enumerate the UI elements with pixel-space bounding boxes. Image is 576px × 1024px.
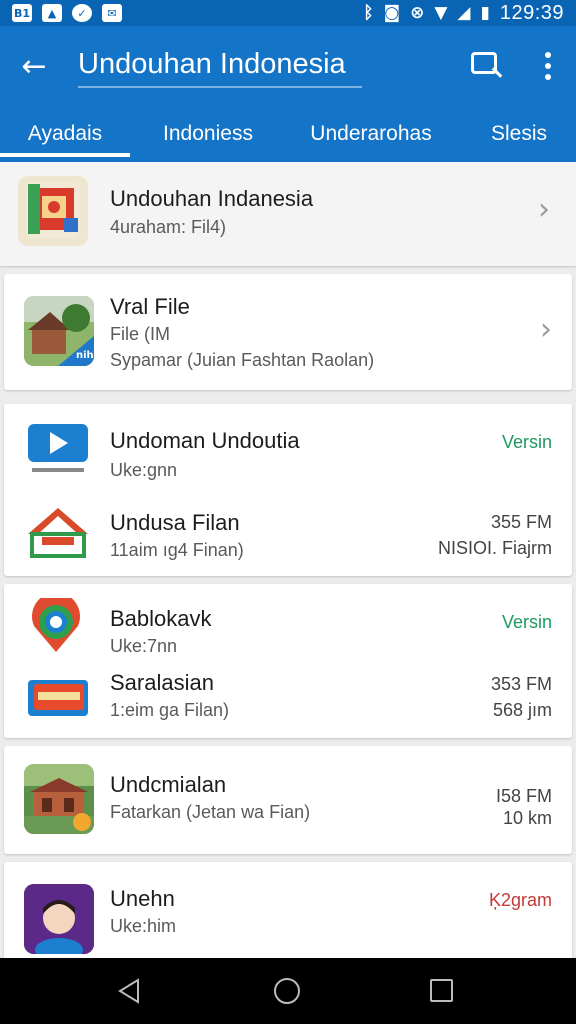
chevron-right-icon: › [540,312,552,347]
item-subtitle: Uke:7nn [110,636,178,656]
item-title: Undoman Undoutia [110,428,300,453]
list-item[interactable]: Bablokavk Uke:7nn Versin [4,584,572,660]
battery-icon: ▮ [480,3,490,23]
app-icon: ✉ [102,4,122,22]
item-subtitle: 4uraham: Fil4) [110,217,227,237]
back-icon[interactable] [116,977,144,1005]
version-label: Versin [501,612,552,632]
price-label: Ķ2gram [488,890,552,910]
system-icons: ᛒ ◙ ⊗ ▼ ◢ ▮ 129:39 [363,2,564,25]
detail-label: 10 km [502,808,552,828]
list-item[interactable]: Undusa Filan 11aim ıg4 Finan) 355 FM NIS… [4,490,572,576]
recents-icon[interactable] [430,979,453,1002]
clock: 129:39 [499,1,564,24]
back-arrow-icon[interactable]: ← [12,46,56,86]
list-item[interactable]: Undouhan Indanesia 4uraham: Fil4) › [0,162,576,266]
more-options-icon[interactable] [532,48,564,84]
item-title: Bablokavk [110,606,212,631]
size-label: I58 FM [495,786,552,806]
list-item[interactable]: Undoman Undoutia Uke:gnn Versin [4,404,572,490]
camera-icon: ◙ [383,3,401,23]
list-item[interactable]: Unehn Uke:him Ķ2gram [4,862,572,972]
item-subtitle: Uke:him [110,916,177,936]
nfc-icon: ⊗ [410,3,425,23]
status-bar: B1 ▲ ✓ ✉ ᛒ ◙ ⊗ ▼ ◢ ▮ 129:39 [0,0,576,26]
wifi-icon: ▼ [434,3,448,23]
item-subtitle: 11aim ıg4 Finan) [110,540,244,560]
item-title: Vral File [110,294,190,319]
bluetooth-icon: ᛒ [363,3,374,23]
list-item[interactable]: nih Vral File File (IM Sypamar (Juian Fa… [4,274,572,390]
version-label: Versin [501,432,552,452]
chevron-right-icon: › [538,192,550,227]
item-subtitle: Fatarkan (Jetan wa Fian) [110,802,311,822]
home-icon[interactable] [274,978,300,1004]
b1-notification-icon: B1 [12,4,32,22]
svg-text:nih: nih [76,350,94,361]
village-photo-icon: nih [24,296,94,366]
building-photo-icon [24,764,94,834]
selected-tab-indicator [0,153,130,157]
size-label: 355 FM [490,512,552,532]
item-title: Saralasian [110,670,214,695]
list-item[interactable]: Saralasian 1:eim ga Filan) 353 FM 568 jı… [4,660,572,738]
detail-label: NISIOI. Fiajrm [437,538,552,558]
item-description: Sypamar (Juian Fashtan Raolan) [110,350,375,370]
item-title: Undcmialan [110,772,227,797]
signal-icon: ◢ [457,3,471,23]
item-subtitle: 1:eim ga Filan) [110,700,230,720]
map-pin-icon [26,598,86,654]
system-navigation-bar [0,958,576,1024]
item-title: Undusa Filan [110,510,240,535]
search-icon[interactable] [466,48,506,84]
list-item[interactable]: Undcmialan Fatarkan (Jetan wa Fian) I58 … [4,746,572,854]
ticket-icon [26,676,90,720]
tab-slesis[interactable]: Slesis [470,106,568,162]
item-title: Unehn [110,886,175,911]
title-search-field[interactable]: Undouhan Indonesia [78,44,362,88]
notification-icons: B1 ▲ ✓ ✉ [12,4,122,22]
app-bar: ← Undouhan Indonesia [0,26,576,106]
detail-label: 568 jım [492,700,552,720]
tab-underarohas[interactable]: Underarohas [290,106,452,162]
list-group: Bablokavk Uke:7nn Versin Saralasian 1:ei… [4,584,572,738]
flag-app-icon [18,176,88,246]
messenger-icon: ✓ [72,4,92,22]
item-subtitle: Uke:gnn [110,460,178,480]
play-store-icon [24,422,92,478]
list-group: Undoman Undoutia Uke:gnn Versin Undusa F… [4,404,572,576]
item-subtitle: File (IM [110,324,170,344]
image-icon: ▲ [42,4,62,22]
item-title: Undouhan Indanesia [110,186,314,211]
house-app-icon [24,504,92,560]
size-label: 353 FM [490,674,552,694]
tab-indoniess[interactable]: Indoniess [140,106,276,162]
avatar-app-icon [24,884,94,954]
